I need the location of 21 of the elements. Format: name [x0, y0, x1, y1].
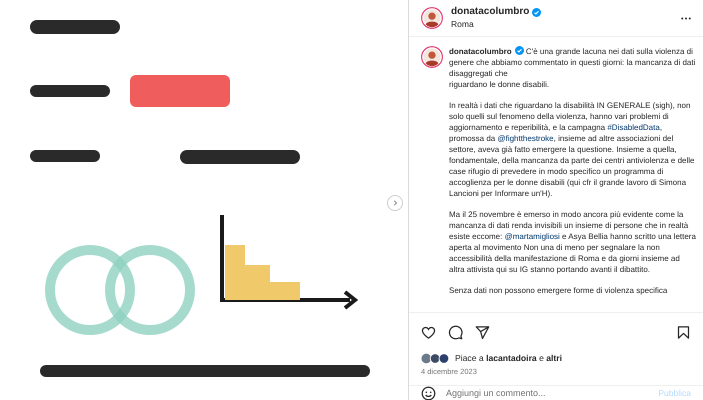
caption-paragraph: Ma il 25 novembre è emerso in modo ancora più evidente come la mancanza di dati renda invisibili un insieme di persone che in realtà esiste eccome: @martamigliosi e Asya Bellia hanno scritto una lettera aperta al movimento Non una di meno per segnalare la non accessibilità della manifestazione di Roma e da giorni insieme ad altra attivista qui su IG stanno portando avanti il dibattito.: [449, 209, 697, 275]
share-icon[interactable]: [475, 324, 490, 340]
liker-avatars-icon: [421, 352, 451, 364]
caption-paragraph: donatacolumbro C'è una grande lacuna nei dati sulla violenza di genere che abbiamo commentato in questi giorni: la mancanza di dati disaggregati che riguardano le donne disabili.: [449, 46, 696, 90]
username[interactable]: donatacolumbro: [451, 6, 530, 18]
bookmark-icon[interactable]: [676, 324, 691, 340]
caption-link[interactable]: #DisabledData: [607, 123, 660, 132]
comment-icon[interactable]: [448, 324, 463, 340]
more-icon[interactable]: [681, 16, 691, 20]
caption-paragraph: Senza dati non possono emergere forme di violenza specifica: [449, 285, 668, 296]
emoji-icon[interactable]: [421, 386, 436, 400]
heart-icon[interactable]: [421, 324, 436, 340]
caption-link[interactable]: @fightthestroke: [497, 134, 554, 143]
likes-text: Piace a lacantadoira e altri: [455, 352, 562, 364]
chevron-right-icon: [392, 200, 398, 206]
comment-field[interactable]: Aggiungi un commento...: [446, 387, 648, 400]
caption-paragraph: In realtà i dati che riguardano la disabilità IN GENERALE (sigh), non solo quelli sul fenomeno della violenza, hanno vari problemi di aggiornamento e reperibilità, e la campagna #DisabledData, promossa da @fightthestroke, insieme ad altre associazioni del settore, aveva già fatto emergere la questione. Insieme a quella, fondamentale, della mancanza da parte dei centri antiviolenza e delle case rifugio di prevedere in modo specifico un programma di accoglienza per le donne disabili (qui cfr il grande lavoro di Simona Lancioni per Informare un'H).: [449, 100, 696, 199]
location[interactable]: Roma: [451, 18, 673, 30]
avatar[interactable]: [421, 7, 443, 29]
caption-link[interactable]: @martamigliosi: [504, 232, 560, 241]
avatar[interactable]: [421, 46, 443, 68]
